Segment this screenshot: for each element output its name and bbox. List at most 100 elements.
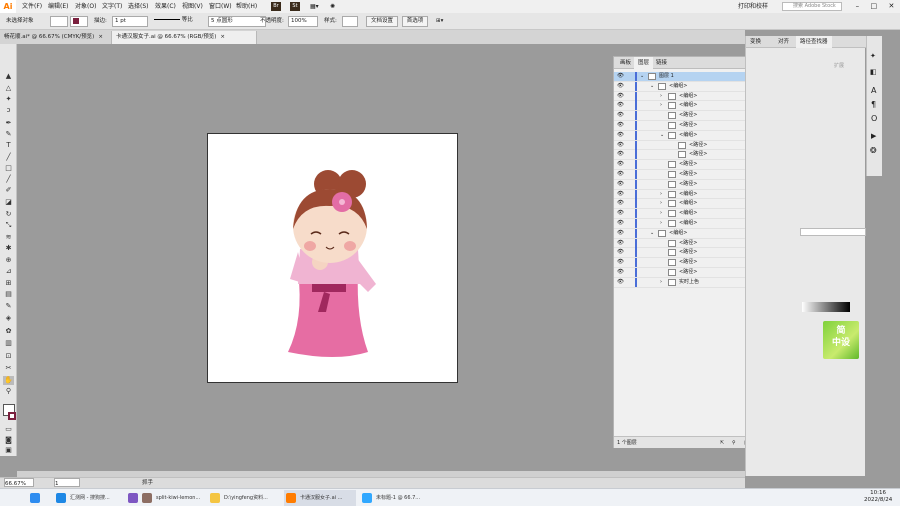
expand-chevron-icon[interactable]: › (660, 92, 662, 101)
close-tab-icon[interactable]: × (98, 34, 103, 40)
warp-tool-icon[interactable]: ≋ (3, 233, 14, 242)
visibility-eye-icon[interactable]: 👁 (617, 258, 624, 267)
visibility-eye-icon[interactable]: 👁 (617, 199, 624, 208)
menu-effect[interactable]: 效果(C) (155, 0, 176, 13)
visibility-eye-icon[interactable]: 👁 (617, 150, 624, 159)
menu-file[interactable]: 文件(F) (22, 0, 42, 13)
shape-builder-icon[interactable]: ⊕ (3, 256, 14, 265)
opentype-icon[interactable]: O (871, 114, 877, 123)
tab-transform[interactable]: 变换 (746, 36, 765, 48)
taskbar-app-button[interactable]: split-kiwi-lemon... (140, 490, 206, 506)
zoom-field[interactable]: 66.67% (4, 478, 34, 487)
type-tool-icon[interactable]: T (3, 141, 14, 150)
taskbar-app-button[interactable] (28, 490, 48, 506)
visibility-eye-icon[interactable]: 👁 (617, 121, 624, 130)
collapse-chevron-icon[interactable]: ⌄ (650, 229, 654, 238)
gradient-tool-icon[interactable]: ▤ (3, 290, 14, 299)
eyedropper-icon[interactable]: ✎ (3, 302, 14, 311)
layer-name[interactable]: <路径> (679, 180, 697, 189)
collect-for-export-icon[interactable]: ⇱ (720, 437, 724, 449)
color-ramp[interactable] (802, 302, 850, 312)
stroke-color-icon[interactable] (8, 412, 16, 420)
color-dropdown[interactable] (800, 228, 866, 236)
slice-tool-icon[interactable]: ✂ (3, 364, 14, 373)
pathfinder-icon[interactable]: ◧ (870, 68, 877, 76)
layer-name[interactable]: 图层 1 (659, 72, 674, 81)
workspace-switcher[interactable]: 打印和校样 (738, 0, 768, 13)
menu-edit[interactable]: 编辑(E) (48, 0, 68, 13)
drawing-mode-icon[interactable]: ◙ (3, 436, 14, 445)
visibility-eye-icon[interactable]: 👁 (617, 229, 624, 238)
visibility-eye-icon[interactable]: 👁 (617, 111, 624, 120)
collapse-chevron-icon[interactable]: ⌄ (640, 72, 644, 81)
maximize-icon[interactable]: □ (870, 0, 877, 13)
layer-name[interactable]: <编组> (679, 131, 697, 140)
line-tool-icon[interactable]: ╱ (3, 153, 14, 162)
minimize-icon[interactable]: – (856, 0, 860, 13)
hand-tool-icon[interactable]: ✋ (3, 376, 14, 385)
tab-pathfinder[interactable]: 路径查找器 (796, 36, 832, 48)
expand-chevron-icon[interactable]: › (660, 278, 662, 287)
direct-selection-tool-icon[interactable]: △ (3, 84, 14, 93)
paragraph-icon[interactable]: ¶ (871, 100, 876, 109)
gpu-icon[interactable]: ✺ (330, 0, 335, 13)
visibility-eye-icon[interactable]: 👁 (617, 101, 624, 110)
collapse-chevron-icon[interactable]: ⌄ (660, 131, 664, 140)
menu-object[interactable]: 对象(O) (75, 0, 96, 13)
rotate-tool-icon[interactable]: ↻ (3, 210, 14, 219)
layer-name[interactable]: <路径> (679, 258, 697, 267)
taskbar-app-button[interactable]: 汇测网 - 搜狗搜... (54, 490, 122, 506)
visibility-eye-icon[interactable]: 👁 (617, 209, 624, 218)
scale-tool-icon[interactable]: ⤡ (3, 221, 14, 230)
puppet-warp-icon[interactable]: ✱ (3, 244, 14, 253)
expand-button[interactable]: 扩展 (834, 62, 844, 69)
stroke-profile[interactable]: 等比 (152, 16, 204, 27)
stock-icon[interactable]: St (290, 2, 300, 11)
perspective-grid-icon[interactable]: ⊿ (3, 267, 14, 276)
artboard-navigator[interactable]: 1 (54, 478, 80, 487)
stock-search-input[interactable]: 搜索 Adobe Stock (782, 2, 842, 11)
layer-name[interactable]: <路径> (679, 268, 697, 277)
visibility-eye-icon[interactable]: 👁 (617, 190, 624, 199)
layer-name[interactable]: <路径> (679, 239, 697, 248)
character-icon[interactable]: A (871, 86, 876, 95)
visibility-eye-icon[interactable]: 👁 (617, 170, 624, 179)
preferences-button[interactable]: 首选项 (402, 16, 428, 27)
symbols-icon[interactable]: ❂ (870, 146, 877, 155)
visibility-eye-icon[interactable]: 👁 (617, 278, 624, 287)
expand-chevron-icon[interactable]: › (660, 101, 662, 110)
layer-name[interactable]: <路径> (679, 248, 697, 257)
system-clock[interactable]: 10:16 2022/8/24 (864, 490, 892, 504)
visibility-eye-icon[interactable]: 👁 (617, 180, 624, 189)
fill-swatch[interactable] (50, 16, 68, 27)
curvature-tool-icon[interactable]: ✎ (3, 130, 14, 139)
visibility-eye-icon[interactable]: 👁 (617, 141, 624, 150)
menu-window[interactable]: 窗口(W) (209, 0, 232, 13)
visibility-eye-icon[interactable]: 👁 (617, 131, 624, 140)
stroke-swatch[interactable] (70, 16, 88, 27)
visibility-eye-icon[interactable]: 👁 (617, 268, 624, 277)
tab-align[interactable]: 对齐 (774, 36, 793, 48)
visibility-eye-icon[interactable]: 👁 (617, 248, 624, 257)
artboard-tool-icon[interactable]: ⊡ (3, 352, 14, 361)
stroke-weight-field[interactable]: 1 pt (112, 16, 148, 27)
tab-document-1[interactable]: 畅花顺.ai* @ 66.67% (CMYK/预览) × (0, 31, 112, 44)
layer-name[interactable]: <编组> (679, 190, 697, 199)
close-icon[interactable]: ✕ (888, 0, 894, 13)
visibility-eye-icon[interactable]: 👁 (617, 92, 624, 101)
pen-tool-icon[interactable]: ✒ (3, 119, 14, 128)
zoom-tool-icon[interactable]: ⚲ (3, 387, 14, 396)
layer-name[interactable]: <编组> (679, 219, 697, 228)
taskbar-app-button[interactable]: D:\yingfeng资料... (208, 490, 278, 506)
layer-name[interactable]: <编组> (679, 92, 697, 101)
visibility-eye-icon[interactable]: 👁 (617, 239, 624, 248)
symbol-sprayer-icon[interactable]: ✿ (3, 327, 14, 336)
opacity-field[interactable]: 100% (288, 16, 318, 27)
paintbrush-icon[interactable]: ╱ (3, 175, 14, 184)
eraser-icon[interactable]: ◪ (3, 198, 14, 207)
layer-name[interactable]: <路径> (689, 150, 707, 159)
layer-name[interactable]: <路径> (689, 141, 707, 150)
arrange-icon[interactable]: ⊞▾ (436, 16, 443, 27)
lasso-icon[interactable]: ↄ (3, 106, 14, 115)
blend-tool-icon[interactable]: ◈ (3, 314, 14, 323)
